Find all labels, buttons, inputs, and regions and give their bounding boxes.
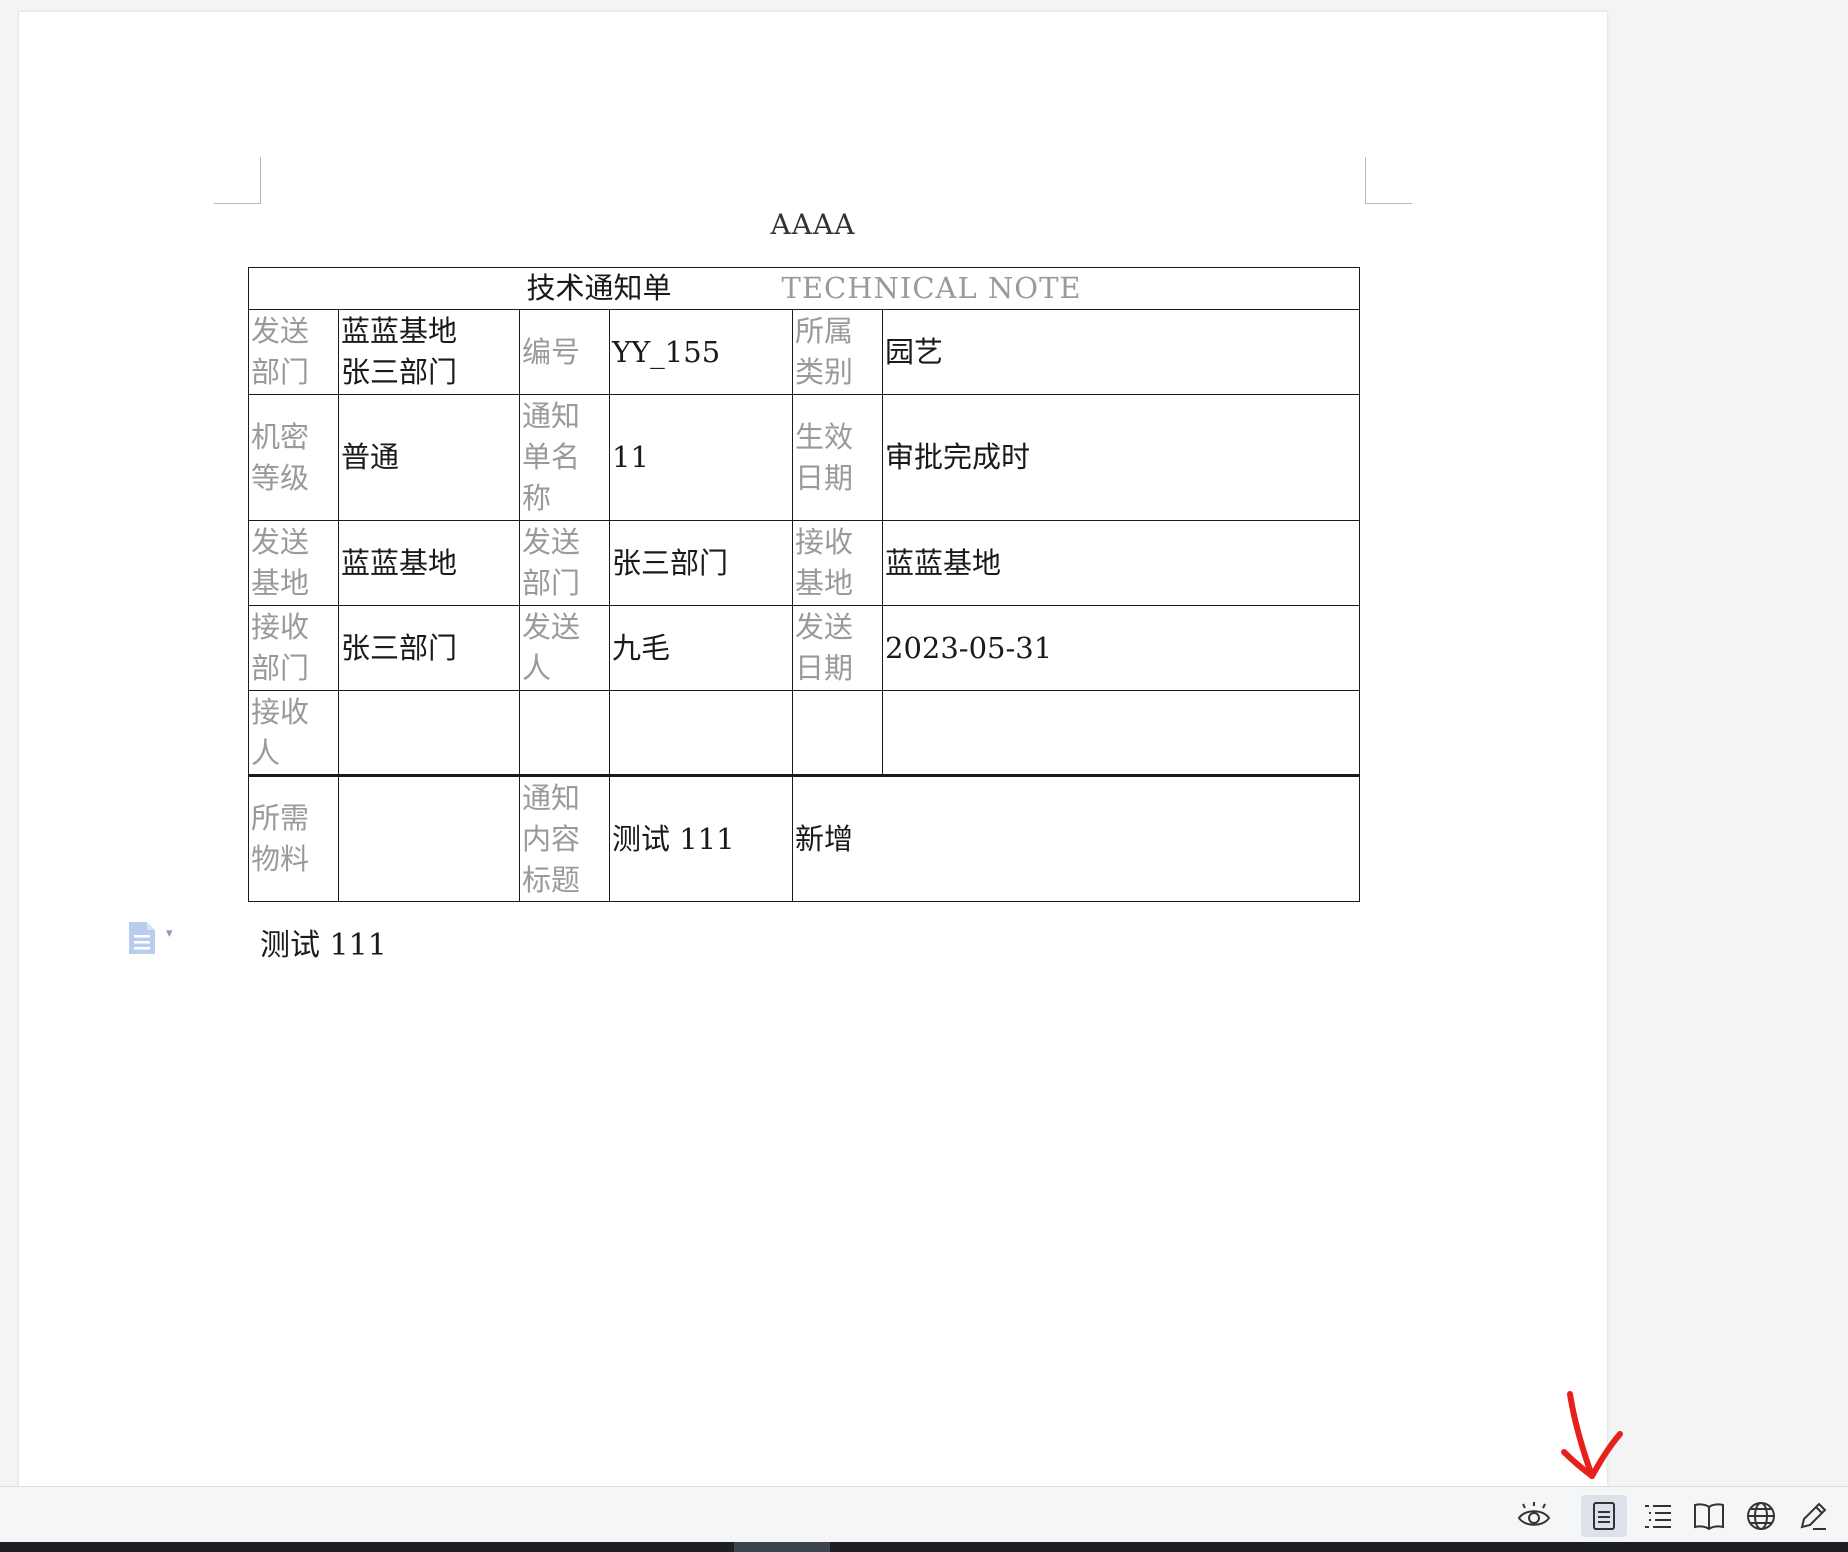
table-title-row: 技术通知单 TECHNICAL NOTE [247,267,1361,310]
table-row: 机密 等级 普通 通知 单名 称 11 生效 日期 审批完成时 [248,394,1361,521]
page-view-icon [1593,1502,1615,1530]
field-value[interactable]: 新增 [791,774,1361,902]
field-label[interactable]: 生效 日期 [792,394,883,521]
field-label[interactable]: 所需 物料 [248,774,339,902]
book-view-button[interactable] [1686,1495,1732,1537]
field-label[interactable]: 机密 等级 [248,394,339,521]
table-row: 发送 部门 蓝蓝基地 张三部门 编号 YY_155 所属 类别 园艺 [248,309,1361,395]
eye-icon [1517,1502,1551,1526]
outline-icon [1645,1505,1671,1528]
field-label[interactable]: 通知 内容 标题 [519,774,610,902]
field-label[interactable]: 发送 部门 [248,309,339,395]
os-taskbar [0,1542,1848,1552]
document-page[interactable]: AAAA 技术通知单 TECHNICAL NOTE 发送 部门 蓝蓝基地 张三部门… [19,12,1607,1486]
field-label[interactable]: 所属 类别 [792,309,883,395]
field-value[interactable] [338,774,520,902]
field-value[interactable]: 测试 111 [609,774,793,902]
body-paragraph[interactable]: 测试 111 [260,920,387,964]
field-value[interactable]: 张三部门 [338,605,520,691]
field-value[interactable]: 园艺 [881,309,1361,395]
field-label[interactable] [519,690,610,776]
page-view-button[interactable] [1581,1495,1627,1537]
table-title-english: TECHNICAL NOTE [781,271,1082,305]
table-title-cell[interactable]: 技术通知单 TECHNICAL NOTE [247,267,1361,310]
field-value[interactable]: 审批完成时 [881,394,1361,521]
field-value[interactable]: 普通 [338,394,520,521]
table-row: 接收 部门 张三部门 发送 人 九毛 发送 日期 2023-05-31 [248,605,1361,691]
field-label[interactable]: 发送 基地 [248,520,339,606]
reading-mode-button[interactable] [1511,1495,1557,1537]
paragraph-handle-icon[interactable] [127,921,157,955]
field-label[interactable]: 通知 单名 称 [519,394,610,521]
field-value[interactable]: 九毛 [609,605,793,691]
globe-icon [1747,1502,1775,1530]
field-value[interactable] [609,690,793,776]
field-value[interactable]: 张三部门 [609,520,793,606]
field-label[interactable] [792,690,883,776]
field-label[interactable]: 发送 人 [519,605,610,691]
margin-corner-mark-right [1365,157,1412,204]
field-value[interactable]: 蓝蓝基地 [338,520,520,606]
field-label[interactable]: 接收 基地 [792,520,883,606]
field-label[interactable]: 发送 日期 [792,605,883,691]
edit-mode-button[interactable] [1790,1495,1836,1537]
technical-note-table[interactable]: 技术通知单 TECHNICAL NOTE 发送 部门 蓝蓝基地 张三部门 编号 Y… [247,267,1361,902]
chevron-down-icon[interactable]: ▾ [166,926,173,941]
field-value[interactable]: 蓝蓝基地 张三部门 [338,309,520,395]
field-label[interactable]: 编号 [519,309,610,395]
table-title-chinese: 技术通知单 [526,271,672,305]
pen-icon [1800,1502,1827,1530]
web-view-button[interactable] [1738,1495,1784,1537]
field-label[interactable]: 发送 部门 [519,520,610,606]
field-value[interactable]: 11 [609,394,793,521]
field-value[interactable]: 2023-05-31 [881,605,1361,691]
book-icon [1694,1503,1724,1531]
margin-corner-mark-left [214,157,261,204]
field-value[interactable]: 蓝蓝基地 [881,520,1361,606]
field-label[interactable]: 接收 部门 [248,605,339,691]
field-label[interactable]: 接收 人 [248,690,339,776]
red-annotation-arrow [1561,1391,1623,1479]
status-bar [0,1486,1848,1543]
page-header[interactable]: AAAA [19,208,1607,241]
document-workspace: AAAA 技术通知单 TECHNICAL NOTE 发送 部门 蓝蓝基地 张三部门… [0,0,1848,1486]
table-row: 发送 基地 蓝蓝基地 发送 部门 张三部门 接收 基地 蓝蓝基地 [248,520,1361,606]
field-value[interactable] [338,690,520,776]
field-value[interactable]: YY_155 [609,309,793,395]
table-row: 所需 物料 通知 内容 标题 测试 111 新增 [248,774,1361,902]
outline-view-button[interactable] [1635,1495,1681,1537]
table-row: 接收 人 [248,690,1361,776]
field-value[interactable] [881,690,1361,776]
